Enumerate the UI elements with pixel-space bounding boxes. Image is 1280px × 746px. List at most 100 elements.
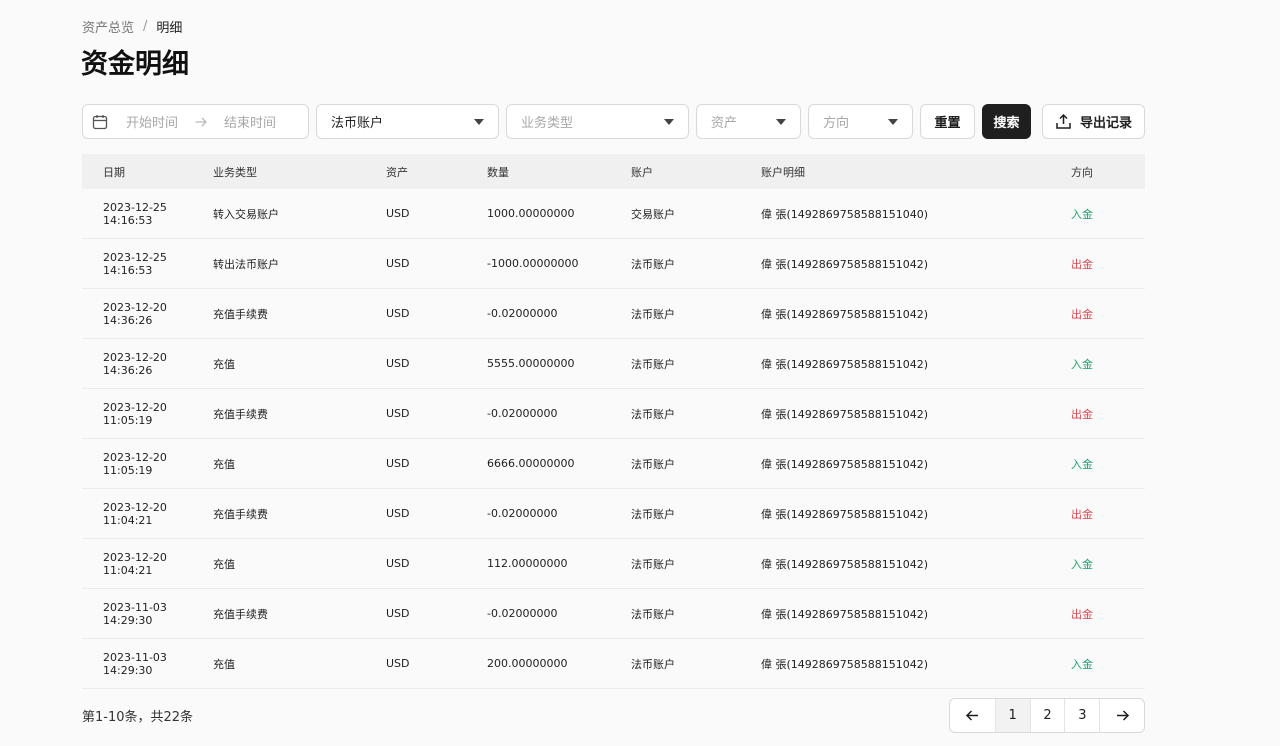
cell-account: 法币账户: [631, 338, 761, 389]
cell-account-detail: 偉 張(1492869758588151042): [761, 638, 1071, 689]
fund-details-table: 日期 业务类型 资产 数量 账户 账户明细 方向 2023-12-25 14:1…: [82, 154, 1145, 689]
cell-direction: 出金: [1071, 588, 1145, 639]
cell-account: 法币账户: [631, 588, 761, 639]
cell-business-type: 转入交易账户: [213, 189, 386, 239]
cell-quantity: 112.00000000: [487, 538, 631, 589]
pagination-page-3[interactable]: 3: [1064, 699, 1099, 732]
pagination-next-button[interactable]: [1099, 699, 1144, 732]
cell-quantity: -0.02000000: [487, 588, 631, 639]
cell-business-type: 充值: [213, 338, 386, 389]
calendar-icon: [92, 114, 108, 129]
cell-asset: USD: [386, 238, 487, 289]
cell-business-type: 充值: [213, 438, 386, 489]
date-range-picker[interactable]: 开始时间 结束时间: [82, 104, 309, 139]
breadcrumb: 资产总览 / 明细: [82, 17, 183, 36]
pagination-page-2[interactable]: 2: [1029, 699, 1065, 732]
cell-date: 2023-12-20 14:36:26: [82, 338, 213, 389]
cell-quantity: -0.02000000: [487, 388, 631, 439]
column-header-date: 日期: [82, 154, 213, 189]
table-row: 2023-12-20 11:05:19 充值 USD 6666.00000000 法币账…: [82, 438, 1145, 489]
caret-down-icon: [888, 118, 898, 125]
table-header-row: 日期 业务类型 资产 数量 账户 账户明细 方向: [82, 154, 1145, 189]
cell-date: 2023-12-20 14:36:26: [82, 288, 213, 339]
cell-direction: 入金: [1071, 189, 1145, 239]
cell-account: 法币账户: [631, 238, 761, 289]
table-row: 2023-11-03 14:29:30 充值 USD 200.00000000 法币账户…: [82, 638, 1145, 689]
direction-placeholder: 方向: [823, 116, 850, 131]
business-type-select[interactable]: 业务类型: [506, 104, 689, 139]
export-records-button[interactable]: 导出记录: [1042, 104, 1145, 139]
cell-business-type: 充值手续费: [213, 388, 386, 439]
asset-select[interactable]: 资产: [696, 104, 801, 139]
cell-business-type: 充值手续费: [213, 588, 386, 639]
cell-date: 2023-12-25 14:16:53: [82, 238, 213, 289]
cell-account-detail: 偉 張(1492869758588151042): [761, 388, 1071, 439]
table-row: 2023-12-20 11:05:19 充值手续费 USD -0.02000000 法币…: [82, 388, 1145, 439]
cell-account-detail: 偉 張(1492869758588151042): [761, 438, 1071, 489]
cell-account-detail: 偉 張(1492869758588151042): [761, 588, 1071, 639]
breadcrumb-current: 明细: [156, 20, 183, 36]
column-header-account-detail: 账户明细: [761, 154, 1071, 189]
cell-business-type: 充值: [213, 538, 386, 589]
column-header-business-type: 业务类型: [213, 154, 386, 189]
account-select[interactable]: 法币账户: [316, 104, 499, 139]
cell-account-detail: 偉 張(1492869758588151042): [761, 338, 1071, 389]
direction-select[interactable]: 方向: [808, 104, 913, 139]
cell-quantity: 6666.00000000: [487, 438, 631, 489]
arrow-right-icon: [195, 117, 207, 126]
table-row: 2023-12-20 11:04:21 充值 USD 112.00000000 法币账户…: [82, 538, 1145, 589]
breadcrumb-separator: /: [143, 18, 148, 34]
cell-date: 2023-12-20 11:05:19: [82, 388, 213, 439]
cell-account-detail: 偉 張(1492869758588151040): [761, 189, 1071, 239]
cell-direction: 入金: [1071, 338, 1145, 389]
cell-quantity: -0.02000000: [487, 488, 631, 539]
cell-asset: USD: [386, 438, 487, 489]
cell-account: 法币账户: [631, 438, 761, 489]
cell-date: 2023-12-25 14:16:53: [82, 189, 213, 239]
cell-direction: 入金: [1071, 438, 1145, 489]
date-end-input[interactable]: 结束时间: [224, 112, 276, 131]
pagination-page-1[interactable]: 1: [994, 699, 1030, 732]
cell-quantity: 200.00000000: [487, 638, 631, 689]
cell-quantity: 1000.00000000: [487, 189, 631, 239]
cell-direction: 出金: [1071, 488, 1145, 539]
cell-direction: 出金: [1071, 388, 1145, 439]
cell-quantity: 5555.00000000: [487, 338, 631, 389]
cell-asset: USD: [386, 488, 487, 539]
cell-direction: 入金: [1071, 538, 1145, 589]
pagination-prev-button[interactable]: [950, 699, 995, 732]
table-row: 2023-12-20 11:04:21 充值手续费 USD -0.02000000 法币…: [82, 488, 1145, 539]
column-header-account: 账户: [631, 154, 761, 189]
table-row: 2023-12-25 14:16:53 转出法币账户 USD -1000.000000…: [82, 238, 1145, 289]
cell-account-detail: 偉 張(1492869758588151042): [761, 288, 1071, 339]
table-row: 2023-12-20 14:36:26 充值 USD 5555.00000000 法币账…: [82, 338, 1145, 389]
column-header-direction: 方向: [1071, 154, 1145, 189]
cell-asset: USD: [386, 638, 487, 689]
reset-button[interactable]: 重置: [920, 104, 975, 139]
search-button[interactable]: 搜索: [982, 104, 1031, 139]
business-type-placeholder: 业务类型: [521, 116, 574, 131]
cell-direction: 出金: [1071, 238, 1145, 289]
cell-account: 法币账户: [631, 488, 761, 539]
date-start-input[interactable]: 开始时间: [126, 112, 186, 131]
page-title: 资金明细: [81, 49, 189, 80]
cell-asset: USD: [386, 588, 487, 639]
cell-asset: USD: [386, 388, 487, 439]
breadcrumb-link-asset-overview[interactable]: 资产总览: [82, 17, 134, 36]
cell-date: 2023-12-20 11:04:21: [82, 488, 213, 539]
cell-quantity: -0.02000000: [487, 288, 631, 339]
cell-direction: 入金: [1071, 638, 1145, 689]
cell-account-detail: 偉 張(1492869758588151042): [761, 238, 1071, 289]
column-header-quantity: 数量: [487, 154, 631, 189]
account-select-value: 法币账户: [331, 116, 384, 131]
cell-account: 法币账户: [631, 638, 761, 689]
cell-account: 法币账户: [631, 388, 761, 439]
cell-asset: USD: [386, 338, 487, 389]
cell-account: 法币账户: [631, 538, 761, 589]
cell-date: 2023-12-20 11:05:19: [82, 438, 213, 489]
cell-date: 2023-12-20 11:04:21: [82, 538, 213, 589]
cell-asset: USD: [386, 538, 487, 589]
pagination-summary: 第1-10条，共22条: [82, 710, 194, 725]
cell-business-type: 充值手续费: [213, 288, 386, 339]
table-row: 2023-12-25 14:16:53 转入交易账户 USD 1000.0000000…: [82, 189, 1145, 239]
